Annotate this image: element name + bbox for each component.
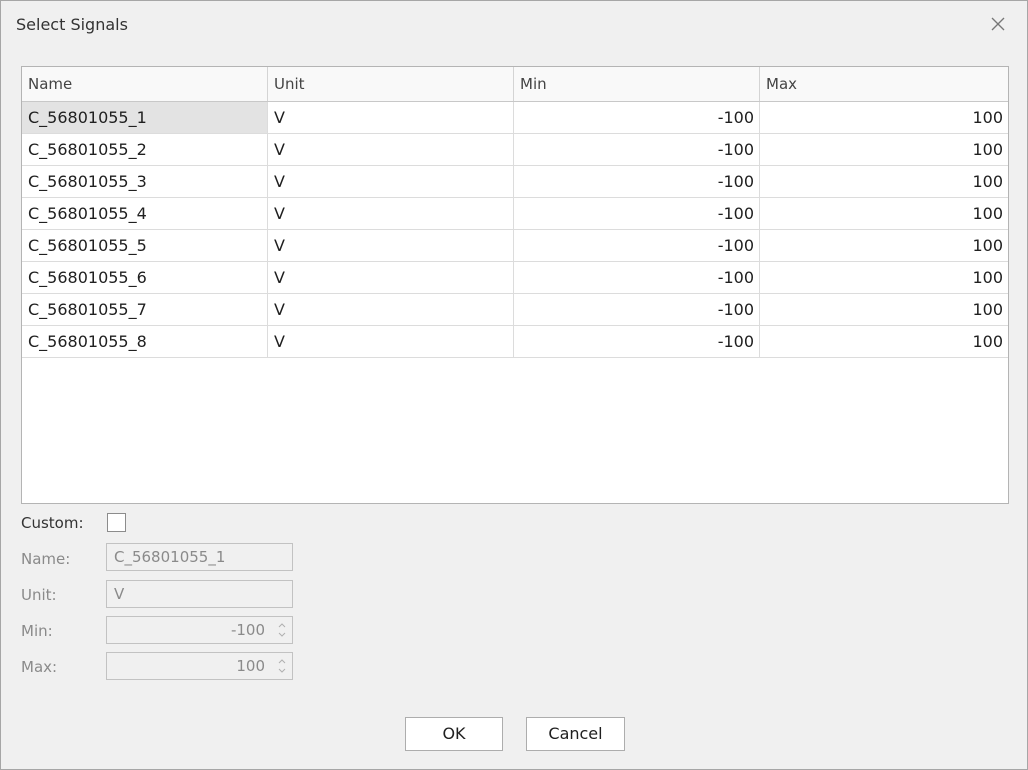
spin-arrows-icon[interactable] [277,621,287,639]
cell-min[interactable]: -100 [514,262,760,293]
ok-button[interactable]: OK [405,717,503,751]
close-icon [991,17,1005,31]
cell-min[interactable]: -100 [514,294,760,325]
unit-label: Unit: [21,586,57,604]
cell-unit[interactable]: V [268,166,514,197]
close-button[interactable] [985,11,1011,37]
column-header-name[interactable]: Name [22,67,268,101]
custom-label: Custom: [21,514,84,532]
custom-checkbox[interactable] [107,513,126,532]
cell-max[interactable]: 100 [760,326,1008,357]
cell-unit[interactable]: V [268,134,514,165]
cell-name[interactable]: C_56801055_3 [22,166,268,197]
table-row[interactable]: C_56801055_3 V -100 100 [22,166,1008,198]
table-row[interactable]: C_56801055_8 V -100 100 [22,326,1008,358]
min-spinner[interactable]: -100 [106,616,293,644]
cell-min[interactable]: -100 [514,166,760,197]
table-row[interactable]: C_56801055_2 V -100 100 [22,134,1008,166]
unit-field[interactable]: V [106,580,293,608]
max-value: 100 [236,657,265,675]
cell-unit[interactable]: V [268,230,514,261]
name-field[interactable]: C_56801055_1 [106,543,293,571]
cell-unit[interactable]: V [268,198,514,229]
cell-min[interactable]: -100 [514,134,760,165]
grid-body: C_56801055_1 V -100 100 C_56801055_2 V -100 100… [22,102,1008,358]
cell-max[interactable]: 100 [760,102,1008,133]
dialog-title: Select Signals [16,15,128,34]
table-row[interactable]: C_56801055_5 V -100 100 [22,230,1008,262]
column-header-unit[interactable]: Unit [268,67,514,101]
cell-name[interactable]: C_56801055_5 [22,230,268,261]
cell-max[interactable]: 100 [760,134,1008,165]
column-header-max[interactable]: Max [760,67,1008,101]
cell-name[interactable]: C_56801055_8 [22,326,268,357]
grid-header: Name Unit Min Max [22,67,1008,102]
cell-min[interactable]: -100 [514,326,760,357]
cancel-button[interactable]: Cancel [526,717,625,751]
cell-unit[interactable]: V [268,326,514,357]
cell-name[interactable]: C_56801055_7 [22,294,268,325]
name-label: Name: [21,550,71,568]
table-row[interactable]: C_56801055_6 V -100 100 [22,262,1008,294]
cell-min[interactable]: -100 [514,230,760,261]
min-value: -100 [230,621,265,639]
cell-max[interactable]: 100 [760,198,1008,229]
column-header-min[interactable]: Min [514,67,760,101]
cell-max[interactable]: 100 [760,294,1008,325]
cell-name[interactable]: C_56801055_2 [22,134,268,165]
max-spinner[interactable]: 100 [106,652,293,680]
cell-max[interactable]: 100 [760,166,1008,197]
max-label: Max: [21,658,58,676]
cell-name[interactable]: C_56801055_4 [22,198,268,229]
cell-min[interactable]: -100 [514,102,760,133]
cell-unit[interactable]: V [268,294,514,325]
cell-name[interactable]: C_56801055_6 [22,262,268,293]
cell-unit[interactable]: V [268,102,514,133]
table-row[interactable]: C_56801055_4 V -100 100 [22,198,1008,230]
table-row[interactable]: C_56801055_7 V -100 100 [22,294,1008,326]
cell-name[interactable]: C_56801055_1 [22,102,268,133]
min-label: Min: [21,622,53,640]
spin-arrows-icon[interactable] [277,657,287,675]
cell-max[interactable]: 100 [760,262,1008,293]
table-row[interactable]: C_56801055_1 V -100 100 [22,102,1008,134]
select-signals-dialog: Select Signals Name Unit Min Max C_56801… [0,0,1028,770]
cell-max[interactable]: 100 [760,230,1008,261]
cell-min[interactable]: -100 [514,198,760,229]
cell-unit[interactable]: V [268,262,514,293]
signals-grid[interactable]: Name Unit Min Max C_56801055_1 V -100 100 C_… [21,66,1009,504]
